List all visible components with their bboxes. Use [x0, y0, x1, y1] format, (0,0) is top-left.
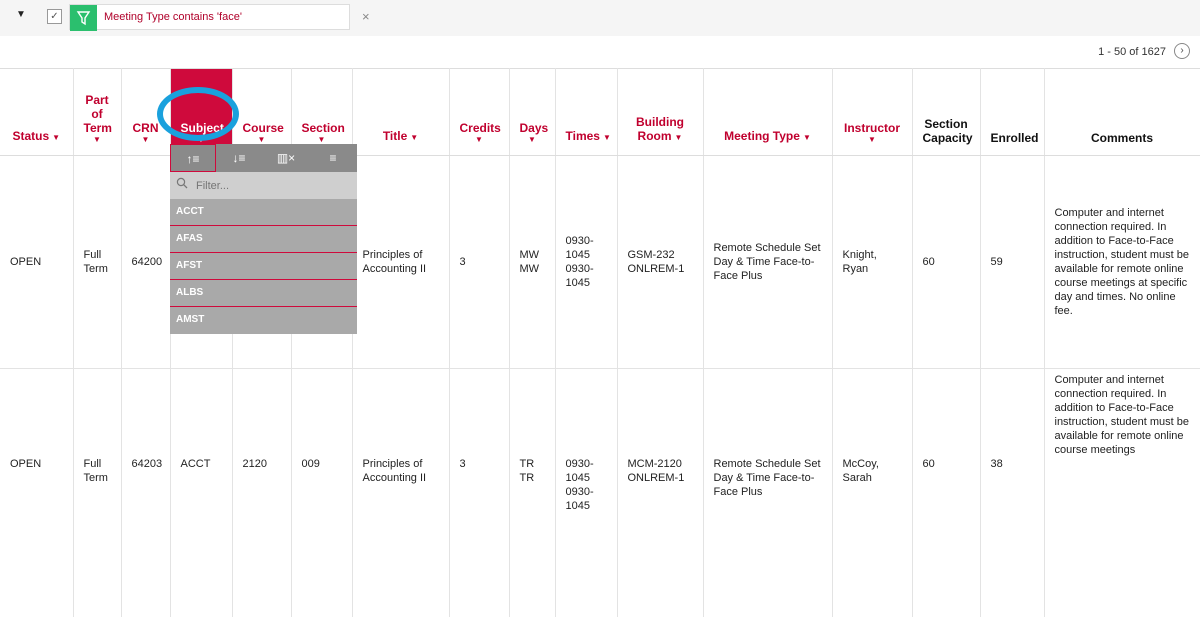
cell-capacity: 60 — [912, 369, 980, 617]
column-header-credits[interactable]: Credits▼ — [449, 69, 509, 156]
cell-days: MW MW — [509, 156, 555, 369]
cell-part-of-term: Full Term — [73, 369, 121, 617]
sort-descending-icon[interactable]: ↓≡ — [216, 144, 262, 172]
cell-course: 2120 — [232, 369, 291, 617]
column-header-part-of-term[interactable]: Part of Term▼ — [73, 69, 121, 156]
cell-instructor: Knight, Ryan — [832, 156, 912, 369]
column-header-section-capacity: Section Capacity — [912, 69, 980, 156]
highlight-circle — [157, 87, 239, 141]
sort-ascending-icon[interactable]: ↑≡ — [170, 144, 216, 172]
align-icon[interactable]: ≡ — [310, 144, 356, 172]
column-header-days[interactable]: Days▼ — [509, 69, 555, 156]
subject-filter-dropdown: ↑≡ ↓≡ ▥× ≡ ACCT AFAS AFST ALBS AMST — [170, 144, 357, 334]
cell-meeting-type: Remote Schedule Set Day & Time Face-to-F… — [703, 369, 832, 617]
cell-comments: Computer and internet connection require… — [1044, 369, 1200, 617]
column-header-building-room[interactable]: Building Room▼ — [617, 69, 703, 156]
column-header-status[interactable]: Status▼ — [0, 69, 73, 156]
cell-subject: ACCT — [170, 369, 232, 617]
close-filter-icon[interactable]: × — [362, 9, 370, 24]
pager: 1 - 50 of 1627 › — [0, 36, 1200, 68]
dropdown-toolbar: ↑≡ ↓≡ ▥× ≡ — [170, 144, 357, 172]
cell-part-of-term: Full Term — [73, 156, 121, 369]
cell-days: TR TR — [509, 369, 555, 617]
cell-crn: 64203 — [121, 369, 170, 617]
filter-enabled-checkbox[interactable]: ✓ — [47, 9, 62, 24]
cell-comments: Computer and internet connection require… — [1044, 156, 1200, 369]
column-header-course[interactable]: Course▼ — [232, 69, 291, 156]
filter-chip[interactable]: Meeting Type contains 'face' — [69, 4, 350, 30]
cell-title: Principles of Accounting II — [352, 369, 449, 617]
cell-credits: 3 — [449, 156, 509, 369]
cell-crn: 64200 — [121, 156, 170, 369]
dropdown-filter-input[interactable] — [194, 176, 348, 196]
filter-bar: ▼ ✓ Meeting Type contains 'face' × — [0, 0, 1200, 36]
filter-icon — [70, 5, 97, 31]
cell-section: 009 — [291, 369, 352, 617]
column-header-meeting-type[interactable]: Meeting Type▼ — [703, 69, 832, 156]
dropdown-item-afas[interactable]: AFAS — [170, 226, 357, 253]
cell-enrolled: 38 — [980, 369, 1044, 617]
column-header-times[interactable]: Times▼ — [555, 69, 617, 156]
next-page-button[interactable]: › — [1174, 43, 1190, 59]
cell-building-room: MCM-2120 ONLREM-1 — [617, 369, 703, 617]
cell-capacity: 60 — [912, 156, 980, 369]
column-header-instructor[interactable]: Instructor▼ — [832, 69, 912, 156]
pager-text: 1 - 50 of 1627 — [1098, 46, 1166, 58]
dropdown-item-amst[interactable]: AMST — [170, 307, 357, 333]
dropdown-filter-row — [170, 172, 357, 199]
table-row[interactable]: OPEN Full Term 64203 ACCT 2120 009 Princ… — [0, 369, 1200, 617]
cell-status: OPEN — [0, 156, 73, 369]
clear-column-icon[interactable]: ▥× — [263, 144, 309, 172]
cell-instructor: McCoy, Sarah — [832, 369, 912, 617]
collapse-arrow-icon[interactable]: ▼ — [16, 9, 26, 20]
cell-status: OPEN — [0, 369, 73, 617]
search-icon — [176, 177, 188, 192]
cell-building-room: GSM-232 ONLREM-1 — [617, 156, 703, 369]
column-header-section[interactable]: Section▼ — [291, 69, 352, 156]
cell-times: 0930-1045 0930-1045 — [555, 156, 617, 369]
filter-chip-text: Meeting Type contains 'face' — [104, 11, 242, 23]
cell-enrolled: 59 — [980, 156, 1044, 369]
dropdown-item-afst[interactable]: AFST — [170, 253, 357, 280]
cell-meeting-type: Remote Schedule Set Day & Time Face-to-F… — [703, 156, 832, 369]
dropdown-item-albs[interactable]: ALBS — [170, 280, 357, 307]
cell-credits: 3 — [449, 369, 509, 617]
column-header-enrolled: Enrolled — [980, 69, 1044, 156]
column-header-comments: Comments — [1044, 69, 1200, 156]
cell-title: Principles of Accounting II — [352, 156, 449, 369]
column-header-title[interactable]: Title▼ — [352, 69, 449, 156]
cell-times: 0930-1045 0930-1045 — [555, 369, 617, 617]
dropdown-item-acct[interactable]: ACCT — [170, 199, 357, 226]
